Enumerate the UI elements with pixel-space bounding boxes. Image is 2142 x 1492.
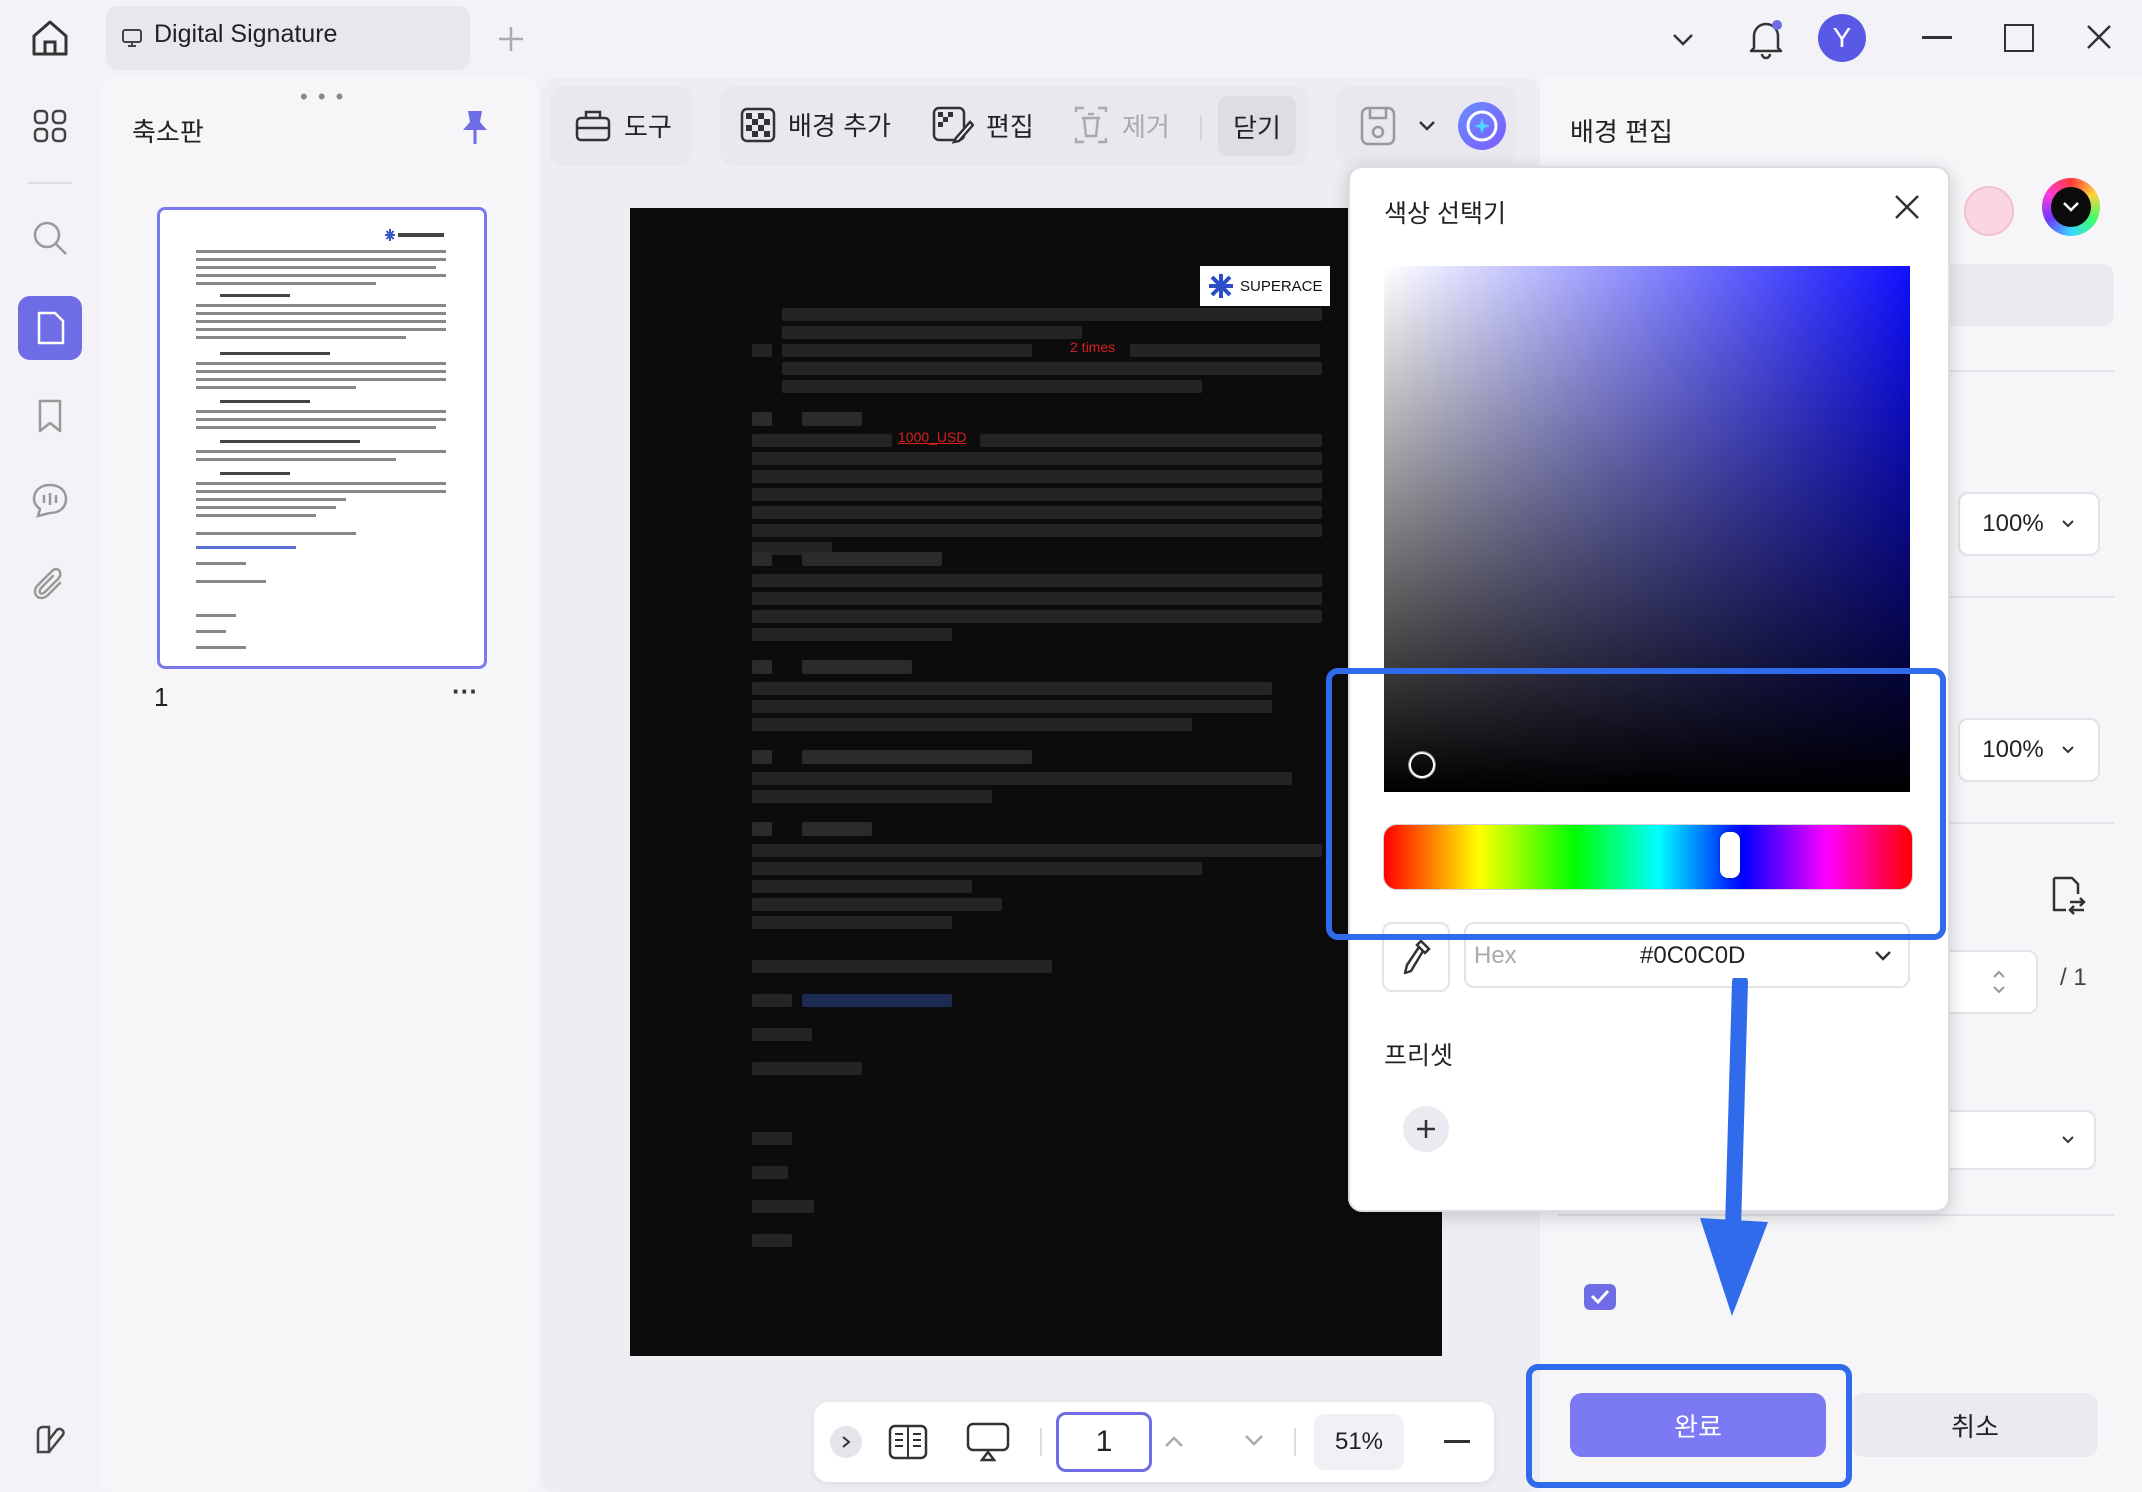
- swap-page-icon[interactable]: [2048, 874, 2088, 916]
- left-rail: [0, 78, 100, 1492]
- presets-label: 프리셋: [1384, 1042, 1454, 1070]
- page-total: / 1: [2060, 964, 2087, 991]
- thumbnail-panel-title: 축소판: [132, 117, 204, 147]
- color-picker-title: 색상 선택기: [1384, 200, 1506, 228]
- cancel-button[interactable]: 취소: [1852, 1393, 2098, 1457]
- rail-divider: [28, 182, 72, 184]
- chevron-down-icon[interactable]: [1668, 24, 1698, 54]
- page-thumbnail[interactable]: [157, 207, 487, 669]
- tools-label: 도구: [624, 111, 672, 142]
- document-tab-title: Digital Signature: [154, 20, 338, 48]
- zoom-level[interactable]: 51%: [1314, 1414, 1404, 1470]
- opacity-dropdown[interactable]: 100%: [1958, 492, 2100, 556]
- presentation-icon[interactable]: [966, 1422, 1010, 1462]
- new-tab-plus-icon[interactable]: [494, 22, 528, 56]
- edit-background-button[interactable]: 편집: [932, 106, 1034, 144]
- toolbox-icon: [574, 106, 612, 144]
- checkerboard-icon: [740, 107, 776, 143]
- highlight-box-hue-area: [1326, 668, 1946, 940]
- pin-icon[interactable]: [460, 108, 490, 146]
- thumbnail-page-number: 1: [154, 682, 169, 712]
- edit-background-label: 편집: [986, 111, 1034, 142]
- previous-page-chevron-icon[interactable]: [1154, 1426, 1194, 1456]
- remove-background-button[interactable]: 제거: [1072, 106, 1170, 144]
- thumbnail-logo-icon: [384, 228, 448, 242]
- user-avatar[interactable]: Y: [1818, 14, 1866, 62]
- tools-button[interactable]: 도구: [550, 86, 692, 166]
- add-preset-button[interactable]: [1403, 1106, 1449, 1152]
- document-logo-text: SUPERACE: [1240, 277, 1323, 295]
- two-page-view-icon[interactable]: [888, 1424, 928, 1460]
- expand-bar-chevron-icon[interactable]: [830, 1426, 862, 1458]
- highlight-box-done-button: [1526, 1364, 1852, 1488]
- monitor-icon: [120, 26, 144, 50]
- color-wheel-button[interactable]: [2042, 178, 2100, 236]
- hex-value[interactable]: #0C0C0D: [1640, 942, 1745, 970]
- trash-icon: [1072, 106, 1110, 144]
- superace-logo-icon: [1208, 273, 1234, 299]
- toolbar-divider: [1200, 116, 1202, 140]
- close-icon[interactable]: [1892, 192, 1922, 222]
- apps-grid-icon[interactable]: [18, 94, 82, 158]
- close-window-icon[interactable]: [2084, 22, 2114, 52]
- save-options-chevron-icon[interactable]: [1416, 116, 1438, 136]
- highlight-usd: 1000_USD: [898, 429, 967, 445]
- sidebar-toggle-icon[interactable]: [18, 1408, 82, 1472]
- scale-value: 100%: [1982, 736, 2044, 763]
- pages-icon[interactable]: [18, 296, 82, 360]
- color-mode-label: Hex: [1474, 942, 1517, 969]
- remove-background-label: 제거: [1122, 111, 1170, 142]
- highlight-times: 2 times: [1070, 339, 1116, 355]
- scale-dropdown[interactable]: 100%: [1958, 718, 2100, 782]
- apply-checkbox[interactable]: [1584, 1284, 1616, 1310]
- close-background-button[interactable]: 닫기: [1218, 96, 1296, 156]
- maximize-icon[interactable]: [2004, 24, 2034, 52]
- close-background-label: 닫기: [1233, 112, 1281, 143]
- title-bar: Digital Signature Y: [0, 0, 2142, 78]
- opacity-value: 100%: [1982, 510, 2044, 537]
- search-icon[interactable]: [18, 206, 82, 270]
- page-navigation-bar: 1 51%: [814, 1402, 1494, 1482]
- arrow-to-done-icon: [1696, 978, 1776, 1323]
- thumbnail-more-icon[interactable]: ···: [452, 676, 478, 707]
- home-icon[interactable]: [28, 16, 72, 60]
- bar-divider: [1040, 1428, 1042, 1456]
- bookmark-icon[interactable]: [18, 384, 82, 448]
- panel-title: 배경 편집: [1570, 117, 1673, 147]
- comment-icon[interactable]: [18, 468, 82, 532]
- document-page[interactable]: SUPERACE 2 times 1000_USD: [630, 208, 1442, 1356]
- save-icon[interactable]: [1360, 106, 1396, 146]
- zoom-out-icon[interactable]: [1444, 1440, 1470, 1443]
- page-number-input[interactable]: 1: [1056, 1412, 1152, 1472]
- bar-divider: [1294, 1428, 1296, 1456]
- minimize-icon[interactable]: [1922, 36, 1952, 39]
- document-logo: SUPERACE: [1200, 266, 1330, 306]
- background-toolbar: 배경 추가 편집 제거 닫기: [720, 86, 1308, 166]
- add-background-button[interactable]: 배경 추가: [740, 106, 891, 143]
- next-page-chevron-icon[interactable]: [1234, 1426, 1274, 1456]
- eyedropper-icon: [1399, 937, 1433, 977]
- save-toolbar: [1336, 86, 1516, 166]
- add-background-label: 배경 추가: [788, 111, 891, 141]
- bell-icon[interactable]: [1746, 16, 1786, 60]
- attachment-icon[interactable]: [18, 554, 82, 618]
- color-mode-chevron-icon[interactable]: [1872, 948, 1894, 964]
- ai-assistant-icon[interactable]: [1458, 102, 1506, 150]
- panel-divider: [1558, 1214, 2114, 1216]
- edit-background-icon: [932, 106, 974, 144]
- drag-handle-icon[interactable]: • • •: [300, 84, 345, 110]
- color-swatch-pink[interactable]: [1964, 186, 2014, 236]
